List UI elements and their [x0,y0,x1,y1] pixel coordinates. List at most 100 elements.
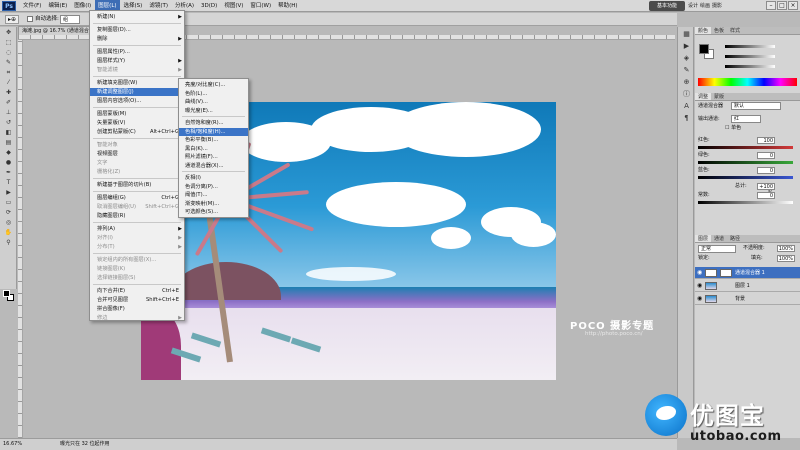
layer-menu-item[interactable]: 图层样式(Y) ▶ [90,57,184,65]
gradient-tool-icon[interactable]: ▤ [2,138,15,147]
adjustment-menu-item[interactable]: 反相(I) [179,174,248,182]
constant-field[interactable]: 0 [757,192,775,199]
menu-item[interactable]: 文件(F) [20,0,44,12]
auto-select-checkbox[interactable] [27,16,33,22]
adjustment-menu-item[interactable]: 黑白(K)... [179,145,248,153]
actions-panel-icon[interactable]: ▶ [680,41,693,51]
hand-tool-icon[interactable]: ✋ [2,228,15,237]
status-zoom[interactable]: 16.67% [3,439,22,450]
panel-tab[interactable]: 样式 [727,27,743,34]
move-tool-preset-picker[interactable]: ▸⊕ [5,15,19,24]
clone-stamp-icon[interactable]: ⊥ [2,108,15,117]
menu-item[interactable]: 视图(V) [221,0,246,12]
brush-tool-icon[interactable]: ✐ [2,98,15,107]
layer-menu-item[interactable]: 图层内容选项(O)... [90,97,184,105]
lasso-tool-icon[interactable]: ◌ [2,48,15,57]
panel-foreground-swatch[interactable] [699,44,709,54]
channel-slider[interactable] [698,176,793,179]
eyedropper-tool-icon[interactable]: ⁄ [2,78,15,87]
character-panel-icon[interactable]: A [680,101,693,111]
panel-tab[interactable]: 颜色 [695,27,712,34]
layer-menu-item[interactable]: 矢量蒙版(V)▶ [90,119,184,127]
opacity-field[interactable]: 100% [777,245,795,252]
minimize-button[interactable]: – [766,1,776,10]
adjustment-menu-item[interactable]: 亮度/对比度(C)... [179,81,248,89]
3d-orbit-icon[interactable]: ◎ [2,218,15,227]
layer-menu-item[interactable]: 向下合并(E) Ctrl+E [90,287,184,295]
adjustment-menu-item[interactable]: 曲线(V)... [179,98,248,106]
adjustment-menu-item[interactable]: 色阶(L)... [179,90,248,98]
workspace-link[interactable]: 绘画 [700,1,710,11]
crop-tool-icon[interactable]: ⌗ [2,68,15,77]
pen-tool-icon[interactable]: ✒ [2,168,15,177]
channel-slider[interactable] [698,161,793,164]
vertical-ruler[interactable] [18,40,23,438]
layer-menu-item[interactable]: 排列(A) ▶ [90,225,184,233]
clone-source-icon[interactable]: ⊕ [680,77,693,87]
history-brush-icon[interactable]: ↺ [2,118,15,127]
maximize-button[interactable]: □ [777,1,787,10]
layer-row[interactable]: ◉ 图层 1 [695,280,800,292]
layer-menu-item[interactable]: 视频图层▶ [90,150,184,158]
visibility-eye-icon[interactable]: ◉ [697,267,702,279]
layer-menu-item[interactable]: 图层编组(G) Ctrl+G [90,194,184,202]
panel-tab[interactable]: 色板 [711,27,727,34]
channel-value-field[interactable]: 0 [757,167,775,174]
visibility-eye-icon[interactable]: ◉ [697,280,702,292]
adjustment-menu-item[interactable]: 色调分离(P)... [179,183,248,191]
path-select-icon[interactable]: ▶ [2,188,15,197]
adjustment-menu-item[interactable]: 通道混合器(X)... [179,162,248,170]
quick-select-tool-icon[interactable]: ✎ [2,58,15,67]
panel-tab[interactable]: 调整 [695,93,712,100]
color-slider[interactable] [725,65,775,68]
menu-item[interactable]: 窗口(W) [247,0,274,12]
channel-slider[interactable] [698,146,793,149]
info-panel-icon[interactable]: ⓘ [680,89,693,99]
panel-tab[interactable]: 蒙版 [711,93,727,100]
adjustment-menu-item[interactable]: 自然饱和度(R)... [179,119,248,127]
workspace-link[interactable]: 摄影 [712,1,722,11]
type-tool-icon[interactable]: T [2,178,15,187]
move-tool-icon[interactable]: ✥ [2,28,15,37]
adjustment-menu-item[interactable]: 曝光度(E)... [179,107,248,115]
preset-dropdown[interactable]: 默认 [731,102,781,110]
color-slider[interactable] [725,55,775,58]
layer-menu-item[interactable]: 合并可见图层 Shift+Ctrl+E [90,296,184,304]
adjustment-menu-item[interactable]: 照片滤镜(F)... [179,153,248,161]
close-button[interactable]: × [788,1,798,10]
blur-tool-icon[interactable]: ◆ [2,148,15,157]
adjustment-menu-item[interactable]: 可选颜色(S)... [179,208,248,216]
eraser-tool-icon[interactable]: ◧ [2,128,15,137]
visibility-eye-icon[interactable]: ◉ [697,293,702,305]
shape-tool-icon[interactable]: ▭ [2,198,15,207]
fill-field[interactable]: 100% [777,255,795,262]
panel-tab[interactable]: 路径 [727,235,743,242]
layer-row[interactable]: ◉ 背景 [695,293,800,305]
paragraph-panel-icon[interactable]: ¶ [680,113,693,123]
layer-menu-item[interactable]: 拼合图像(F) [90,305,184,313]
adjustment-menu-item[interactable]: 色彩平衡(B)... [179,136,248,144]
layer-menu-item[interactable]: 图层蒙版(M)▶ [90,110,184,118]
brushes-panel-icon[interactable]: ✎ [680,65,693,75]
blend-mode-dropdown[interactable]: 正常 [698,245,736,253]
color-slider[interactable] [725,45,775,48]
layer-menu-item[interactable]: 删除 ▶ [90,35,184,43]
layer-menu-item[interactable]: 新建填充图层(W)▶ [90,79,184,87]
panel-tab[interactable]: 图层 [695,235,712,242]
panel-tab[interactable]: 通道 [711,235,727,242]
layer-menu-item[interactable]: 新建基于图层的切片(B) [90,181,184,189]
zoom-tool-icon[interactable]: ⚲ [2,238,15,247]
color-spectrum-bar[interactable] [698,78,797,86]
channel-value-field[interactable]: 100 [757,137,775,144]
layer-menu-item[interactable]: 复制图层(D)... [90,26,184,34]
3d-panel-icon[interactable]: ◈ [680,53,693,63]
healing-brush-icon[interactable]: ✚ [2,88,15,97]
workspace-button[interactable]: 基本功能 [649,1,685,11]
monochrome-checkbox-label[interactable]: ☐ 单色 [725,125,741,132]
channel-value-field[interactable]: 0 [757,152,775,159]
history-panel-icon[interactable]: ▦ [680,29,693,39]
layer-menu-item[interactable]: 图层属性(P)... [90,48,184,56]
workspace-link[interactable]: 设计 [688,1,698,11]
marquee-tool-icon[interactable]: ⬚ [2,38,15,47]
output-channel-dropdown[interactable]: 红 [731,115,761,123]
